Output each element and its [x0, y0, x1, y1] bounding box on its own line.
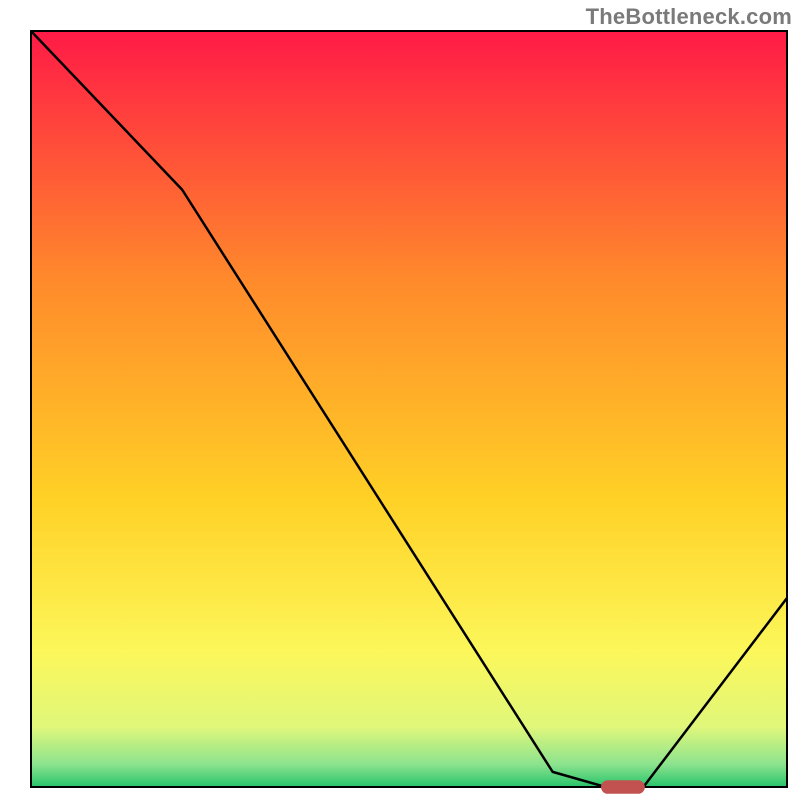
- gradient-backdrop: [31, 31, 787, 787]
- bottleneck-chart: [0, 0, 800, 800]
- figure-root: TheBottleneck.com: [0, 0, 800, 800]
- bottleneck-marker: [601, 780, 645, 794]
